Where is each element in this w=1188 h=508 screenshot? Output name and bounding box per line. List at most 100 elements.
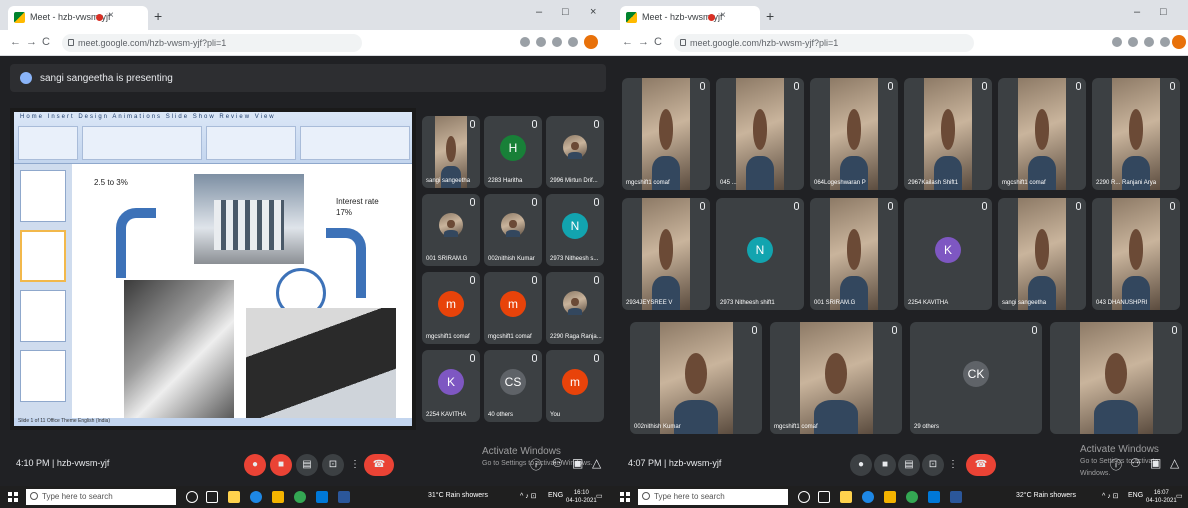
new-tab-button[interactable]: + [154,8,162,24]
edge-icon[interactable] [250,491,262,503]
tray-icons[interactable]: ^ ♪ ⊡ [520,492,537,500]
camera-indicator-icon[interactable] [1112,37,1122,47]
chrome-icon[interactable] [906,491,918,503]
cortana-icon[interactable] [798,491,810,503]
extensions-icon[interactable] [568,37,578,47]
new-tab-button[interactable]: + [766,8,774,24]
more-options-button[interactable]: ⋮ [946,454,960,476]
store-icon[interactable] [228,491,240,503]
participant-tile[interactable]: H 2283 Haritha [484,116,542,188]
camera-button[interactable]: ■ [874,454,896,476]
info-icon[interactable]: ⓘ [1110,456,1122,473]
mic-button[interactable]: ● [850,454,872,476]
participant-tile[interactable]: N 2973 Nitheesh s... [546,194,604,266]
url-field[interactable]: meet.google.com/hzb-vwsm-yjf?pli=1 [62,34,362,52]
chat-icon[interactable]: ▣ [572,456,583,470]
chrome-icon[interactable] [294,491,306,503]
maximize-button[interactable]: □ [562,6,569,18]
minimize-button[interactable]: – [536,6,542,18]
captions-button[interactable]: ▤ [296,454,318,476]
forward-button[interactable]: → [26,36,37,48]
participant-tile[interactable]: K 2254 KAVITHA [422,350,480,422]
activities-icon[interactable]: △ [1170,456,1179,470]
zoom-icon[interactable] [1128,37,1138,47]
participant-tile[interactable]: m You [546,350,604,422]
weather-text[interactable]: 31°C Rain showers [428,492,488,499]
back-button[interactable]: ← [10,36,21,48]
participant-tile[interactable]: sangi sangeetha [422,116,480,188]
participant-tile[interactable]: 2967Kailash Shift1 [904,78,992,190]
reload-button[interactable]: C [42,36,50,48]
present-button[interactable]: ⊡ [922,454,944,476]
participant-tile[interactable]: 2290 R... Ranjani Arya [1092,78,1180,190]
participant-tile[interactable] [1050,322,1182,434]
language-indicator[interactable]: ENG [548,492,563,499]
zoom-icon[interactable] [536,37,546,47]
participant-tile[interactable]: 001 SRIRAM.G [810,198,898,310]
camera-indicator-icon[interactable] [520,37,530,47]
participant-tile[interactable]: 001 SRIRAM.G [422,194,480,266]
mic-off-button[interactable]: ● [244,454,266,476]
present-button[interactable]: ⊡ [322,454,344,476]
maximize-button[interactable]: □ [1160,6,1167,18]
file-explorer-icon[interactable] [884,491,896,503]
chat-icon[interactable]: ▣ [1150,456,1161,470]
participant-tile[interactable]: 2996 Mirtun Drif... [546,116,604,188]
participant-tile[interactable]: sangi sangeetha [998,198,1086,310]
taskbar-search[interactable]: Type here to search [638,489,788,505]
participant-tile[interactable]: 045 ... [716,78,804,190]
info-icon[interactable]: ⓘ [530,456,542,473]
close-window-button[interactable]: × [590,6,596,18]
participant-tile[interactable]: mgcshift1 comaf [770,322,902,434]
word-icon[interactable] [338,491,350,503]
browser-tab[interactable]: Meet - hzb-vwsm-yjf × [620,6,760,30]
bookmark-star-icon[interactable] [552,37,562,47]
tab-close-button[interactable]: × [720,10,726,21]
mail-icon[interactable] [316,491,328,503]
bookmark-star-icon[interactable] [1144,37,1154,47]
minimize-button[interactable]: – [1134,6,1140,18]
participant-tile[interactable]: 064Logeshwaran P [810,78,898,190]
participant-tile[interactable]: CS 40 others [484,350,542,422]
taskbar-search[interactable]: Type here to search [26,489,176,505]
people-icon[interactable]: ⚇ [1130,456,1141,470]
cortana-icon[interactable] [186,491,198,503]
taskbar-clock[interactable]: 16:07 04-10-2021 [1146,489,1177,505]
tab-close-button[interactable]: × [108,10,114,21]
language-indicator[interactable]: ENG [1128,492,1143,499]
reload-button[interactable]: C [654,36,662,48]
participant-tile[interactable]: K 2254 KAVITHA [904,198,992,310]
activities-icon[interactable]: △ [592,456,601,470]
store-icon[interactable] [840,491,852,503]
participant-tile[interactable]: 2934JEYSREE V [622,198,710,310]
notification-icon[interactable]: ▭ [596,492,603,500]
participant-tile[interactable]: mgcshift1 comaf [622,78,710,190]
participant-tile[interactable]: 043 DHANUSHPRI [1092,198,1180,310]
edge-icon[interactable] [862,491,874,503]
people-icon[interactable]: ⚇ [552,456,563,470]
profile-avatar[interactable] [1172,35,1186,49]
task-view-icon[interactable] [818,491,830,503]
more-options-button[interactable]: ⋮ [348,454,362,476]
notification-icon[interactable]: ▭ [1176,492,1183,500]
participant-tile[interactable]: m mgcshift1 comaf [422,272,480,344]
mail-icon[interactable] [928,491,940,503]
camera-off-button[interactable]: ■ [270,454,292,476]
back-button[interactable]: ← [622,36,633,48]
end-call-button[interactable]: ☎ [364,454,394,476]
participant-tile[interactable]: mgcshift1 comaf [998,78,1086,190]
extensions-icon[interactable] [1160,37,1170,47]
browser-tab[interactable]: Meet - hzb-vwsm-yjf × [8,6,148,30]
forward-button[interactable]: → [638,36,649,48]
weather-text[interactable]: 32°C Rain showers [1016,492,1076,499]
participant-tile[interactable]: 002nithish Kumar [630,322,762,434]
word-icon[interactable] [950,491,962,503]
end-call-button[interactable]: ☎ [966,454,996,476]
taskbar-clock[interactable]: 16:10 04-10-2021 [566,489,597,505]
windows-start-icon[interactable] [8,492,18,502]
windows-start-icon[interactable] [620,492,630,502]
captions-button[interactable]: ▤ [898,454,920,476]
participant-tile[interactable]: 002nithish Kumar [484,194,542,266]
participant-tile[interactable]: m mgcshift1 comaf [484,272,542,344]
profile-avatar[interactable] [584,35,598,49]
